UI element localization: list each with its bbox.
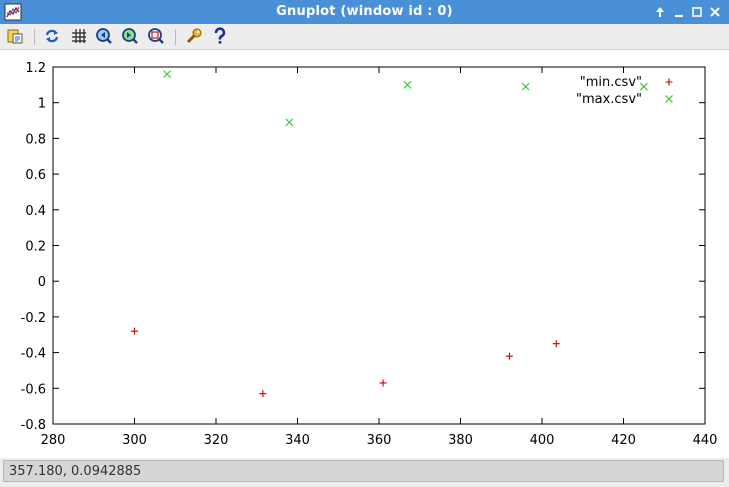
x-tick-label: 280: [41, 433, 66, 448]
maximize-icon[interactable]: [688, 3, 706, 21]
data-point: [259, 390, 267, 398]
x-tick-label: 400: [530, 433, 555, 448]
y-tick-label: 0: [38, 275, 46, 290]
window-title: Gnuplot (window id : 0): [276, 4, 453, 19]
export-icon[interactable]: [6, 27, 24, 45]
y-tick-label: -0.4: [21, 347, 46, 362]
legend-label: "max.csv": [576, 92, 642, 107]
data-point: [403, 80, 412, 89]
y-tick-label: 0.8: [25, 132, 46, 147]
autoscale-icon[interactable]: [147, 27, 165, 45]
legend-marker: [665, 95, 673, 103]
x-tick-label: 360: [367, 433, 392, 448]
x-tick-label: 380: [448, 433, 473, 448]
grid-icon[interactable]: [70, 27, 88, 45]
y-tick-label: 1.2: [25, 61, 46, 76]
legend-marker: [665, 78, 673, 86]
x-tick-label: 300: [122, 433, 147, 448]
x-tick-label: 320: [204, 433, 229, 448]
status-bar: 357.180, 0.0942885: [0, 458, 729, 487]
plot-border: [52, 66, 706, 425]
cursor-coordinates: 357.180, 0.0942885: [3, 460, 724, 482]
y-tick-label: 0.6: [25, 168, 46, 183]
data-point: [131, 327, 138, 335]
zoom-next-icon[interactable]: [121, 27, 139, 45]
y-tick-label: 1: [38, 97, 46, 112]
y-tick-label: -0.6: [21, 382, 46, 397]
window-titlebar: Gnuplot (window id : 0): [0, 0, 729, 24]
help-icon[interactable]: [211, 27, 229, 45]
x-tick-label: 420: [611, 433, 636, 448]
minimize-icon[interactable]: [670, 3, 688, 21]
maximize-up-icon[interactable]: [651, 3, 669, 21]
legend-label: "min.csv": [580, 75, 642, 90]
scatter-chart[interactable]: 280 300 320 340 360 380 400 420 440 1.2 1 0.8 0.6 0.4…: [0, 50, 729, 458]
y-tick-label: 0.4: [25, 204, 46, 219]
options-icon[interactable]: [185, 27, 203, 45]
data-point: [552, 340, 560, 348]
data-point: [521, 82, 530, 91]
toolbar: [0, 24, 729, 50]
x-tick-label: 440: [693, 433, 718, 448]
data-point: [163, 70, 171, 79]
x-tick-label: 340: [285, 433, 310, 448]
data-point: [505, 352, 513, 360]
y-tick-label: -0.8: [21, 418, 46, 433]
y-tick-label: 0.2: [25, 240, 46, 255]
y-tick-label: -0.2: [21, 311, 46, 326]
toolbar-separator: [34, 29, 35, 45]
data-point: [285, 118, 294, 127]
close-icon[interactable]: [706, 3, 724, 21]
replot-icon[interactable]: [43, 27, 61, 45]
zoom-previous-icon[interactable]: [95, 27, 113, 45]
toolbar-separator: [175, 29, 176, 45]
plot-area[interactable]: 280 300 320 340 360 380 400 420 440 1.2 1 0.8 0.6 0.4…: [0, 50, 729, 458]
data-point: [379, 379, 387, 387]
